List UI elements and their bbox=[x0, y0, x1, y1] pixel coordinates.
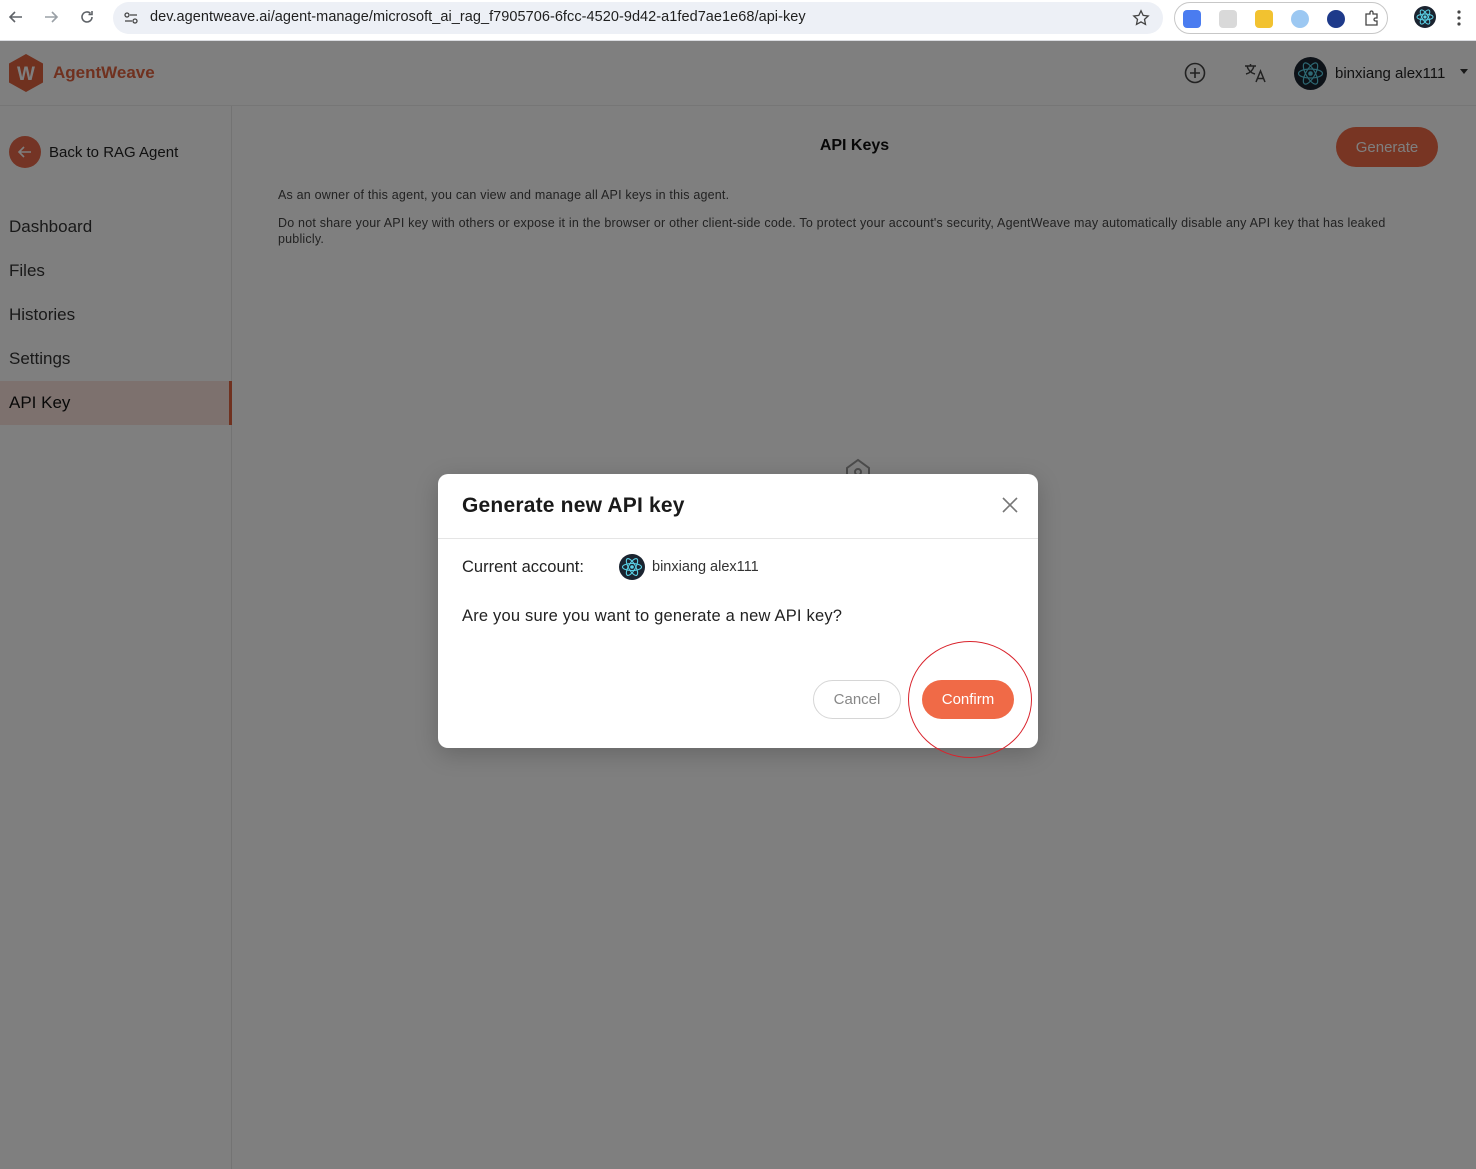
back-arrow-icon[interactable] bbox=[6, 7, 26, 27]
cat-extension-icon[interactable] bbox=[1255, 10, 1273, 28]
dialog-title: Generate new API key bbox=[462, 494, 685, 517]
snowflake-extension-icon[interactable] bbox=[1291, 10, 1309, 28]
bookmark-star-icon[interactable] bbox=[1132, 9, 1150, 32]
confirm-question: Are you sure you want to generate a new … bbox=[462, 607, 843, 625]
kebab-menu-icon[interactable] bbox=[1456, 9, 1462, 32]
profile-avatar-icon[interactable] bbox=[1414, 6, 1436, 28]
mail-extension-icon[interactable] bbox=[1219, 10, 1237, 28]
highlight-circle bbox=[908, 641, 1032, 758]
close-icon[interactable] bbox=[1000, 495, 1020, 515]
extensions-group bbox=[1174, 2, 1388, 34]
account-avatar bbox=[619, 554, 645, 580]
account-name: binxiang alex111 bbox=[652, 559, 759, 575]
current-account-label: Current account: bbox=[462, 558, 584, 576]
address-bar[interactable]: dev.agentweave.ai/agent-manage/microsoft… bbox=[113, 2, 1163, 34]
cancel-button[interactable]: Cancel bbox=[813, 680, 901, 719]
url-text: dev.agentweave.ai/agent-manage/microsoft… bbox=[150, 9, 806, 25]
forward-arrow-icon[interactable] bbox=[41, 7, 61, 27]
browser-toolbar: dev.agentweave.ai/agent-manage/microsoft… bbox=[0, 0, 1476, 41]
reload-icon[interactable] bbox=[77, 7, 97, 27]
dialog-divider bbox=[438, 538, 1038, 539]
globe-extension-icon[interactable] bbox=[1327, 10, 1345, 28]
site-settings-icon[interactable] bbox=[123, 10, 139, 31]
translate-extension-icon[interactable] bbox=[1183, 10, 1201, 28]
puzzle-extensions-icon[interactable] bbox=[1363, 9, 1381, 32]
